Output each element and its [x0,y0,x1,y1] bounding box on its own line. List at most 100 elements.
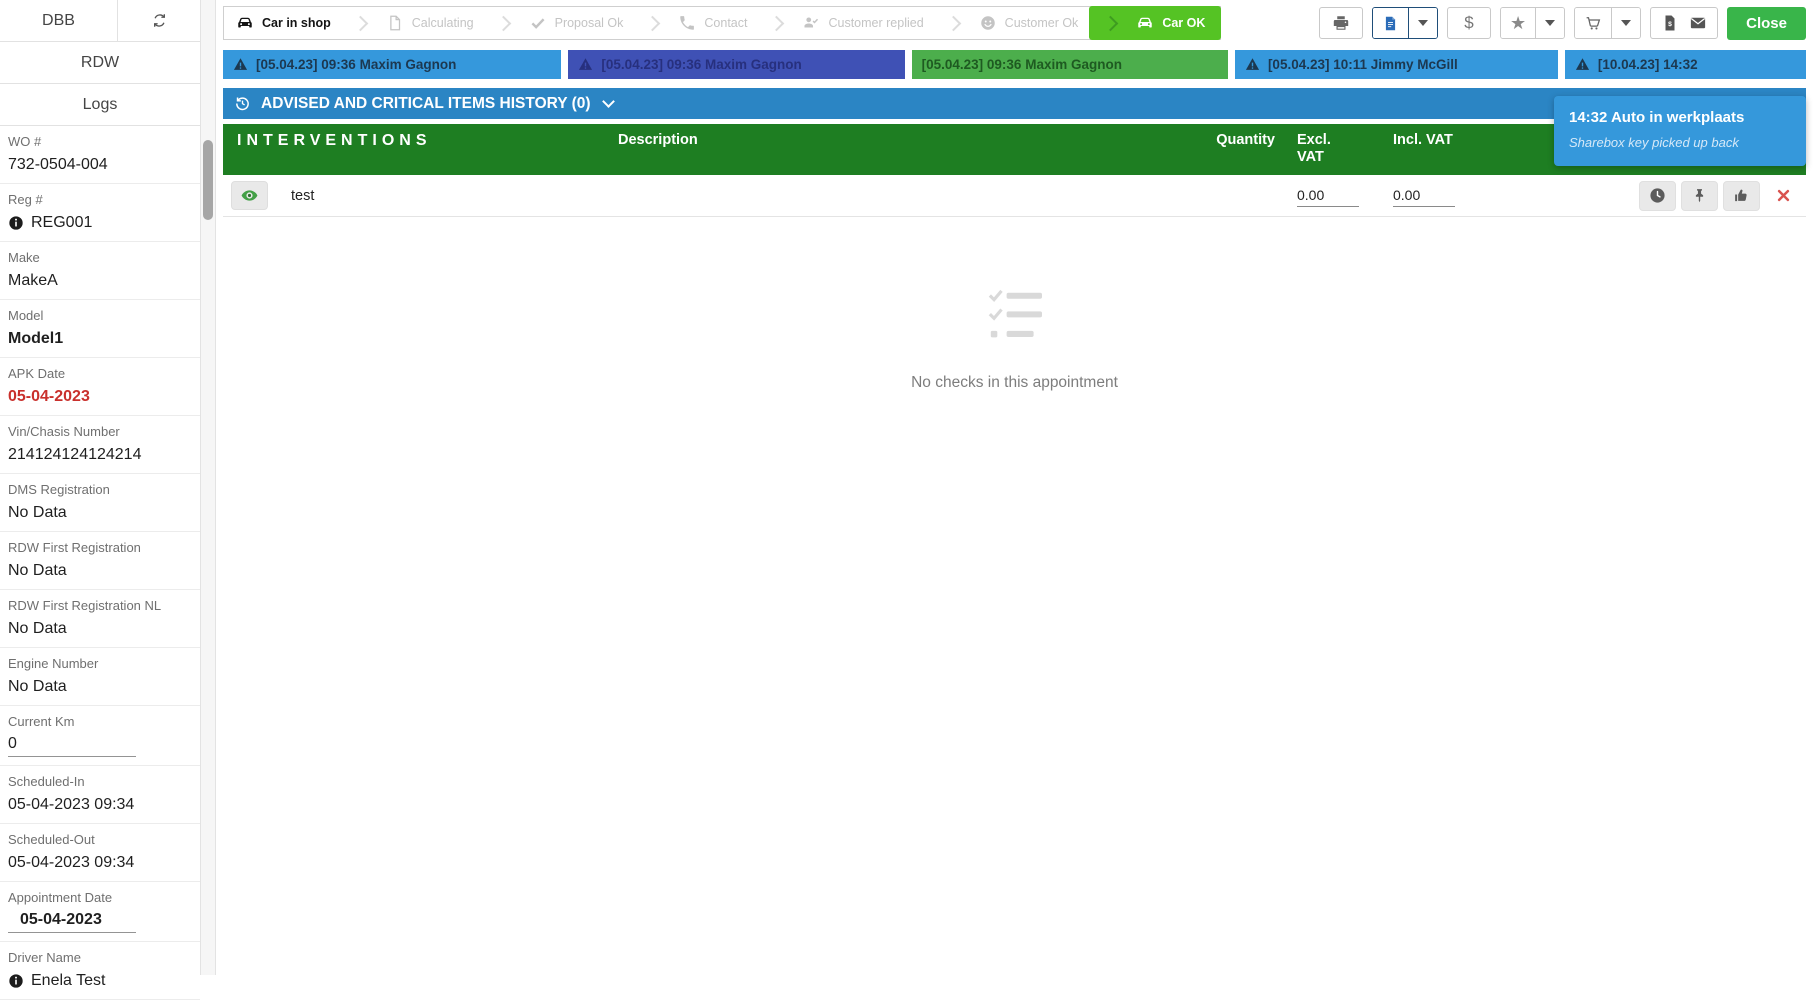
status-bar[interactable]: [05.04.23] 09:36 Maxim Gagnon [223,50,562,79]
close-button[interactable]: Close [1727,6,1806,40]
caret-down-icon [1545,20,1556,26]
vehicle-field: Appointment Date 05-04-2023 [0,882,200,942]
file-icon [386,14,404,32]
cart-dropdown-button[interactable] [1611,8,1641,38]
intervention-row: test [223,175,1806,217]
cart-button-group [1574,7,1642,39]
document-button-group [1372,7,1438,39]
star-icon: ★ [1510,13,1527,33]
field-value: No Data [8,678,67,695]
document-button[interactable] [1373,8,1408,38]
workflow-step[interactable]: Customer Ok [936,7,1091,39]
warning-icon [233,57,248,72]
approve-button[interactable] [1723,180,1760,211]
warning-icon [1575,57,1590,72]
workflow-step[interactable]: Customer replied [759,7,935,39]
dollar-icon: $ [1464,13,1474,32]
svg-text:$: $ [1668,21,1672,28]
field-label: Scheduled-In [8,774,85,789]
column-description: Description [618,132,698,148]
main-panel: Car in shop Calculating Proposal Ok Cont… [216,0,1814,975]
x-icon [1776,188,1791,203]
workflow-step[interactable]: Calculating [343,7,486,39]
refresh-button[interactable] [118,0,200,41]
intervention-history-button[interactable] [1639,180,1676,211]
notification-toast[interactable]: 14:32 Auto in werkplaats Sharebox key pi… [1554,96,1806,166]
info-icon[interactable] [8,215,24,231]
info-icon[interactable] [8,973,24,989]
favorite-dropdown-button[interactable] [1535,8,1565,38]
status-bar-text: [05.04.23] 10:11 Jimmy McGill [1267,57,1458,72]
phone-icon [678,14,696,32]
step-label: Proposal Ok [554,16,624,30]
workflow-step[interactable]: Car OK [1089,6,1222,40]
toolbar: $ ★ $ Close [1319,6,1806,40]
history-icon [234,95,251,112]
chevron-down-icon [601,94,615,108]
interventions-rows: test [223,175,1806,217]
status-bar[interactable]: [05.04.23] 09:36 Maxim Gagnon [568,50,905,79]
vehicle-field: Vin/Chasis Number 214124124124214 [0,416,200,474]
envelope-icon [1689,14,1707,32]
car-icon [236,14,254,32]
history-bar-label: ADVISED AND CRITICAL ITEMS HISTORY (0) [261,94,591,112]
document-dropdown-button[interactable] [1408,8,1437,38]
incl-vat-input[interactable] [1393,184,1455,207]
workflow-step[interactable]: Car in shop [224,7,343,39]
field-label: Model [8,308,44,323]
field-value: 214124124124214 [8,446,142,463]
field-label: RDW First Registration [8,540,141,555]
vehicle-field: DMS Registration No Data [0,474,200,532]
field-label: WO # [8,134,42,149]
favorite-button[interactable]: ★ [1501,8,1536,38]
tab-logs[interactable]: Logs [0,84,200,126]
notification-subtitle: Sharebox key picked up back [1569,135,1739,150]
excl-vat-input[interactable] [1297,184,1359,207]
sidebar-scrollbar[interactable] [200,0,216,975]
cart-button[interactable] [1575,8,1612,38]
status-bar[interactable]: [10.04.23] 14:32 [1564,50,1806,79]
vehicle-field: APK Date 05-04-2023 [0,358,200,416]
step-label: Contact [704,16,748,30]
checklist-icon [985,289,1045,343]
pin-button[interactable] [1681,180,1718,211]
field-label: Scheduled-Out [8,832,95,847]
caret-down-icon [1621,20,1632,26]
workflow-step[interactable]: Proposal Ok [486,7,636,39]
delete-intervention-button[interactable] [1765,181,1802,211]
empty-state-message: No checks in this appointment [911,374,1118,391]
smiley-icon [979,14,997,32]
clock-icon [1649,187,1666,204]
field-value: Model1 [8,330,64,347]
field-label: Appointment Date [8,890,113,905]
vehicle-field: RDW First Registration NL No Data [0,590,200,648]
tab-rdw[interactable]: RDW [0,42,200,84]
scrollbar-thumb[interactable] [203,140,213,220]
warning-icon [578,57,593,72]
status-bar[interactable]: [05.04.23] 10:11 Jimmy McGill [1234,50,1558,79]
vehicle-field: Engine Number No Data [0,648,200,706]
field-label: Vin/Chasis Number [8,424,120,439]
workflow-steps: Car in shop Calculating Proposal Ok Cont… [223,6,1222,40]
step-label: Customer Ok [1004,16,1079,30]
vehicle-field: RDW First Registration No Data [0,532,200,590]
notification-title: 14:32 Auto in werkplaats [1569,109,1745,126]
field-label: DMS Registration [8,482,110,497]
step-label: Calculating [411,16,474,30]
thumbs-up-icon [1733,187,1750,204]
field-value: 0 [8,735,136,757]
print-button[interactable] [1319,7,1363,39]
invoice-mail-button[interactable]: $ [1650,7,1719,39]
field-label: Current Km [8,714,75,729]
field-value: REG001 [31,214,93,231]
field-label: Engine Number [8,656,99,671]
field-value: MakeA [8,272,58,289]
tab-dbb[interactable]: DBB [0,0,118,41]
view-intervention-button[interactable] [231,181,268,210]
status-bar-text: [05.04.23] 09:36 Maxim Gagnon [921,57,1122,72]
pricing-button[interactable]: $ [1447,7,1491,39]
status-bar[interactable]: [05.04.23] 09:36 Maxim Gagnon [911,50,1228,79]
invoice-icon: $ [1661,14,1679,32]
workflow-step[interactable]: Contact [635,7,759,39]
step-label: Car OK [1162,16,1206,30]
